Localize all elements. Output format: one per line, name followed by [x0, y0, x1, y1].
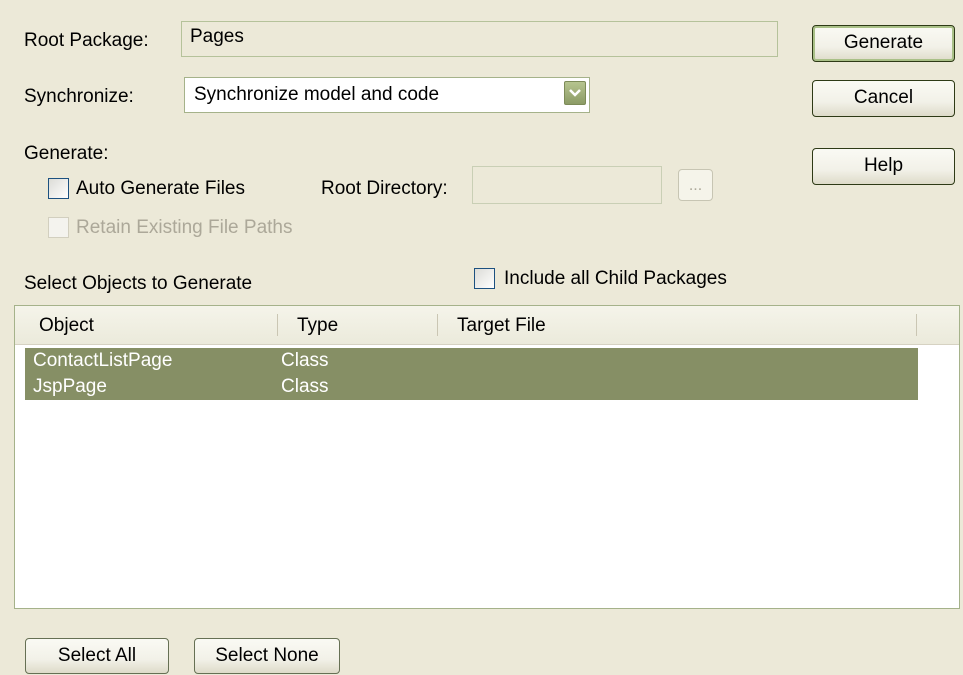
- synchronize-label: Synchronize:: [24, 86, 134, 107]
- retain-paths-label: Retain Existing File Paths: [76, 217, 293, 238]
- include-children-checkbox[interactable]: [474, 268, 495, 289]
- column-header-type[interactable]: Type: [297, 315, 338, 337]
- help-button[interactable]: Help: [812, 148, 955, 185]
- objects-list[interactable]: Object Type Target File ContactListPage …: [14, 305, 960, 609]
- chevron-down-icon[interactable]: [564, 81, 586, 105]
- include-children-label: Include all Child Packages: [504, 268, 727, 289]
- auto-generate-checkbox[interactable]: [48, 178, 69, 199]
- table-row[interactable]: ContactListPage Class: [25, 348, 918, 374]
- select-none-button[interactable]: Select None: [194, 638, 340, 674]
- column-header-target-file[interactable]: Target File: [457, 315, 546, 337]
- column-header-object[interactable]: Object: [39, 315, 94, 337]
- table-row[interactable]: JspPage Class: [25, 374, 918, 400]
- row-object: JspPage: [33, 376, 107, 397]
- root-package-value: Pages: [190, 26, 244, 47]
- generate-section-label: Generate:: [24, 143, 109, 164]
- row-type: Class: [281, 350, 329, 371]
- auto-generate-label: Auto Generate Files: [76, 178, 245, 199]
- root-package-field: Pages: [181, 21, 778, 57]
- root-package-label: Root Package:: [24, 30, 149, 51]
- column-separator[interactable]: [277, 314, 278, 336]
- row-object: ContactListPage: [33, 350, 173, 371]
- browse-directory-button[interactable]: ...: [678, 169, 713, 201]
- synchronize-value: Synchronize model and code: [194, 84, 440, 105]
- root-directory-label: Root Directory:: [321, 178, 448, 199]
- column-separator[interactable]: [916, 314, 917, 336]
- retain-paths-checkbox[interactable]: [48, 217, 69, 238]
- column-separator[interactable]: [437, 314, 438, 336]
- select-objects-label: Select Objects to Generate: [24, 273, 253, 294]
- select-all-button[interactable]: Select All: [25, 638, 169, 674]
- row-type: Class: [281, 376, 329, 397]
- list-header: Object Type Target File: [15, 306, 959, 345]
- synchronize-dropdown[interactable]: Synchronize model and code: [184, 77, 590, 113]
- generate-button[interactable]: Generate: [812, 25, 955, 62]
- cancel-button[interactable]: Cancel: [812, 80, 955, 117]
- root-directory-field[interactable]: [472, 166, 662, 204]
